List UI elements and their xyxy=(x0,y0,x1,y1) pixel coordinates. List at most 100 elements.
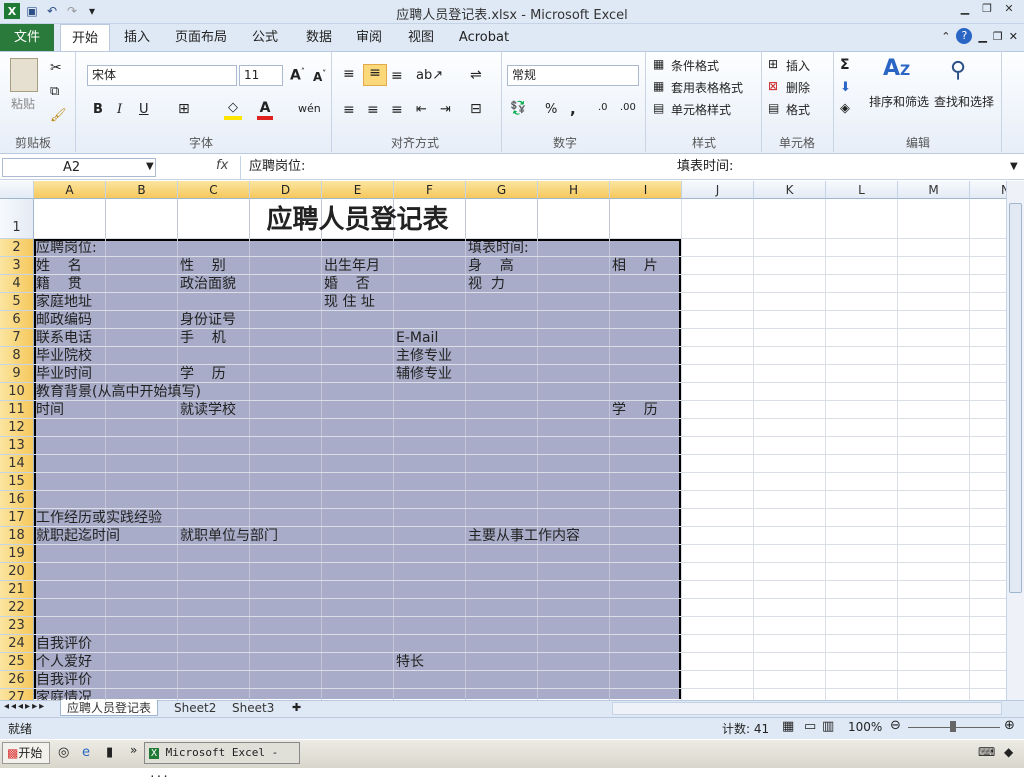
font-color-icon[interactable]: A xyxy=(257,100,273,120)
tab-view[interactable]: 视图 xyxy=(400,24,442,51)
tab-review[interactable]: 审阅 xyxy=(348,24,390,51)
doc-close-icon[interactable]: ✕ xyxy=(1009,30,1018,43)
cell-i11[interactable]: 学 历 xyxy=(612,402,658,418)
cell-a5[interactable]: 家庭地址 xyxy=(36,294,92,310)
sheet-nav-icon[interactable]: ◂◂◂▸▸▸ xyxy=(4,701,46,712)
font-name-combo[interactable]: 宋体 xyxy=(87,65,237,86)
zoom-in-icon[interactable]: ⊕ xyxy=(1004,718,1015,733)
paste-button[interactable]: 粘贴 xyxy=(11,95,35,112)
row-header-24[interactable]: 24 xyxy=(0,635,34,653)
sheet-tab-active[interactable]: 应聘人员登记表 xyxy=(60,700,159,716)
column-header-n[interactable]: N xyxy=(970,181,1006,199)
shrink-font-icon[interactable]: A˅ xyxy=(313,69,326,84)
cell-a4[interactable]: 籍 贯 xyxy=(36,276,82,292)
tab-formulas[interactable]: 公式 xyxy=(242,24,288,51)
row-header-17[interactable]: 17 xyxy=(0,509,34,527)
close-icon[interactable]: ✕ xyxy=(1000,2,1018,18)
tray-icon[interactable]: ◆ xyxy=(1004,745,1013,759)
increase-indent-icon[interactable]: ⇥ xyxy=(440,102,451,117)
zoom-slider-thumb[interactable] xyxy=(950,721,956,732)
view-normal-icon[interactable]: ▦ xyxy=(782,719,794,734)
cell-c9[interactable]: 学 历 xyxy=(180,366,226,382)
number-format-combo[interactable]: 常规 xyxy=(507,65,639,86)
underline-icon[interactable]: U xyxy=(139,102,149,117)
row-header-10[interactable]: 10 xyxy=(0,383,34,401)
row-header-11[interactable]: 11 xyxy=(0,401,34,419)
help-icon[interactable]: ? xyxy=(956,28,973,44)
tab-home[interactable]: 开始 xyxy=(60,24,110,52)
column-header-i[interactable]: I xyxy=(610,181,682,199)
restore-icon[interactable]: ❐ xyxy=(978,2,996,18)
cell-g2[interactable]: 填表时间: xyxy=(468,240,529,256)
taskbar-excel-button[interactable]: X Microsoft Excel - ... xyxy=(144,742,300,780)
border-icon[interactable]: ⊞ xyxy=(178,101,190,117)
row-header-4[interactable]: 4 xyxy=(0,275,34,293)
cell-a11[interactable]: 时间 xyxy=(36,402,64,418)
decrease-indent-icon[interactable]: ⇤ xyxy=(416,102,427,117)
view-pagebreak-icon[interactable]: ▥ xyxy=(822,719,834,734)
currency-icon[interactable]: 💱 xyxy=(510,101,526,116)
row-header-15[interactable]: 15 xyxy=(0,473,34,491)
column-header-l[interactable]: L xyxy=(826,181,898,199)
vscroll-thumb[interactable] xyxy=(1009,203,1022,593)
increase-decimal-icon[interactable]: .0 xyxy=(598,102,608,113)
font-size-combo[interactable]: 11 xyxy=(239,65,283,86)
cell-f25[interactable]: 特长 xyxy=(396,654,424,670)
cell-e5[interactable]: 现 住 址 xyxy=(324,294,375,310)
autosum-icon[interactable]: Σ xyxy=(840,57,850,73)
cell-c6[interactable]: 身份证号 xyxy=(180,312,236,328)
align-bottom-icon[interactable]: ≡ xyxy=(391,68,403,84)
overflow-chevron-icon[interactable]: » xyxy=(130,743,137,757)
row-header-27[interactable]: 27 xyxy=(0,689,34,700)
cell-f7[interactable]: E-Mail xyxy=(396,330,438,346)
sheet-tab-2[interactable]: Sheet2 xyxy=(168,700,222,716)
row-header-26[interactable]: 26 xyxy=(0,671,34,689)
doc-restore-icon[interactable]: ❐ xyxy=(993,30,1003,43)
cell-f8[interactable]: 主修专业 xyxy=(396,348,452,364)
row-header-2[interactable]: 2 xyxy=(0,239,34,257)
zoom-out-icon[interactable]: ⊖ xyxy=(890,718,901,733)
cell-c3[interactable]: 性 别 xyxy=(180,258,226,274)
row-header-25[interactable]: 25 xyxy=(0,653,34,671)
cell-a27[interactable]: 家庭情况 xyxy=(36,690,92,700)
column-header-g[interactable]: G xyxy=(466,181,538,199)
align-middle-icon[interactable]: ≡ xyxy=(363,64,387,86)
new-sheet-icon[interactable]: ✚ xyxy=(292,701,301,714)
sheet-title-cell[interactable]: 应聘人员登记表 xyxy=(34,200,681,239)
row-header-6[interactable]: 6 xyxy=(0,311,34,329)
expand-formula-icon[interactable]: ▼ xyxy=(1010,161,1018,172)
minimize-icon[interactable]: ▁ xyxy=(956,2,974,18)
row-header-1[interactable]: 1 xyxy=(0,199,34,239)
orientation-icon[interactable]: ab↗ xyxy=(416,68,443,83)
quicklaunch-icon-1[interactable]: ◎ xyxy=(58,745,69,760)
cell-a2[interactable]: 应聘岗位: xyxy=(36,240,97,256)
row-header-16[interactable]: 16 xyxy=(0,491,34,509)
column-header-f[interactable]: F xyxy=(394,181,466,199)
align-right-icon[interactable]: ≡ xyxy=(391,102,403,118)
fill-color-icon[interactable]: ◇ xyxy=(224,100,242,120)
clear-icon[interactable]: ◈ xyxy=(840,101,850,116)
column-header-j[interactable]: J xyxy=(682,181,754,199)
cell-f9[interactable]: 辅修专业 xyxy=(396,366,452,382)
tab-page-layout[interactable]: 页面布局 xyxy=(168,24,234,51)
doc-minimize-icon[interactable]: ▁ xyxy=(978,30,986,43)
start-button[interactable]: ▩开始 xyxy=(2,742,50,764)
column-header-d[interactable]: D xyxy=(250,181,322,199)
cell-g18[interactable]: 主要从事工作内容 xyxy=(468,528,580,544)
cell-i3[interactable]: 相 片 xyxy=(612,258,658,274)
view-layout-icon[interactable]: ▭ xyxy=(804,719,816,734)
column-header-b[interactable]: B xyxy=(106,181,178,199)
keyboard-icon[interactable]: ⌨ xyxy=(978,745,995,759)
row-header-14[interactable]: 14 xyxy=(0,455,34,473)
align-center-icon[interactable]: ≡ xyxy=(367,102,379,118)
horizontal-scrollbar[interactable] xyxy=(612,702,1002,715)
insert-function-icon[interactable]: fx xyxy=(216,158,228,173)
delete-cells-button[interactable]: 删除 xyxy=(786,79,810,96)
row-header-18[interactable]: 18 xyxy=(0,527,34,545)
cell-e3[interactable]: 出生年月 xyxy=(324,258,380,274)
cell-a25[interactable]: 个人爱好 xyxy=(36,654,92,670)
quicklaunch-icon-3[interactable]: ▮ xyxy=(106,745,113,760)
cell-a8[interactable]: 毕业院校 xyxy=(36,348,92,364)
row-header-9[interactable]: 9 xyxy=(0,365,34,383)
tab-insert[interactable]: 插入 xyxy=(114,24,160,51)
